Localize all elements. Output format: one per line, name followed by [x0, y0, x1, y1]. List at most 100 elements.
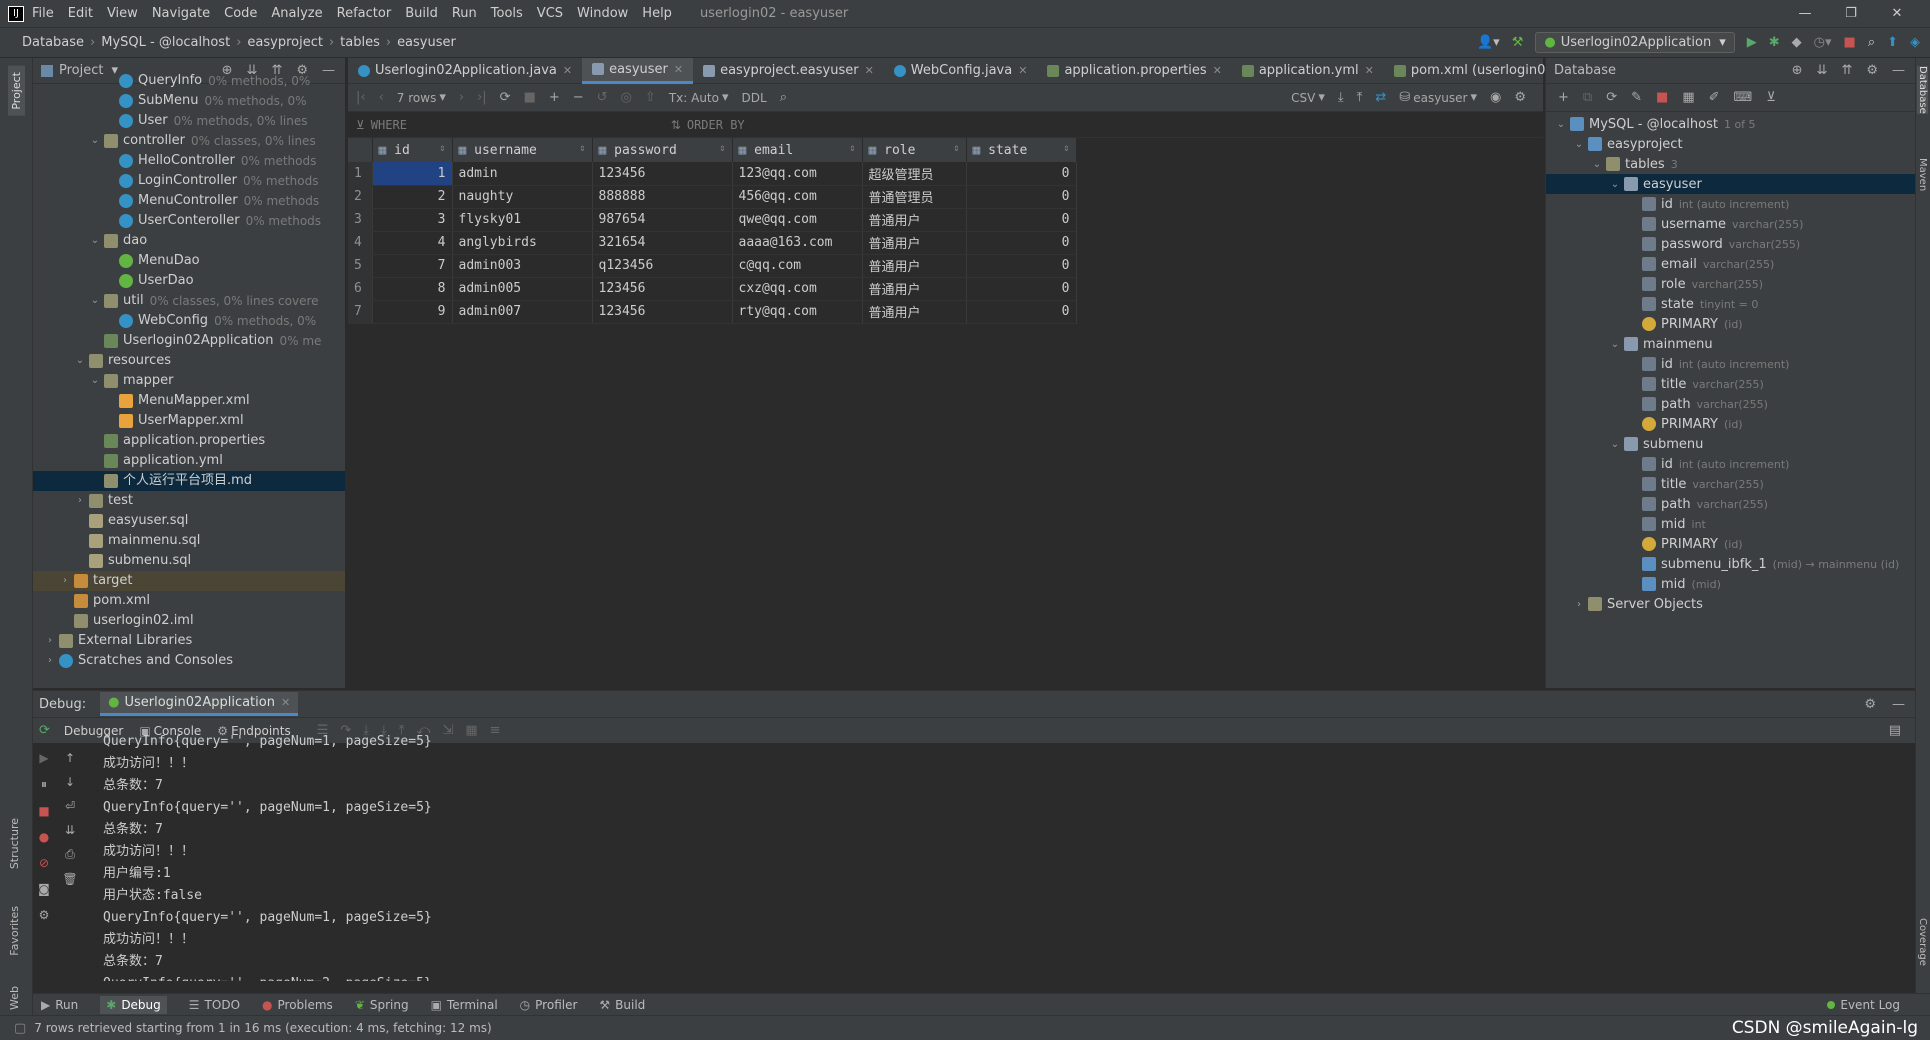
favorites-tool-tab[interactable]: Favorites — [8, 906, 21, 956]
tree-item[interactable]: ⌄ controller 0% classes, 0% lines — [33, 131, 345, 151]
tree-item[interactable]: MenuController 0% methods — [33, 191, 345, 211]
chevron-down-icon[interactable]: ⌄ — [73, 351, 87, 371]
sort-icon[interactable]: ⇕ — [849, 143, 855, 154]
table-cell-password[interactable]: 123456 — [592, 277, 733, 301]
search-icon[interactable]: ⌕ — [780, 90, 787, 105]
db-tree-item[interactable]: password varchar(255) — [1546, 234, 1915, 254]
sort-icon[interactable]: ⇕ — [579, 143, 585, 154]
tree-item[interactable]: QueryInfo 0% methods, 0% — [33, 71, 345, 91]
table-cell-id[interactable]: 9 — [372, 300, 453, 324]
table-row[interactable]: 3 3 flysky01 987654 qwe@qq.com 普通用户 0 — [348, 208, 1077, 232]
db-tree-item[interactable]: id int (auto increment) — [1546, 454, 1915, 474]
tree-item[interactable]: HelloController 0% methods — [33, 151, 345, 171]
tree-item[interactable]: › External Libraries — [33, 631, 345, 651]
tree-item[interactable]: easyuser.sql — [33, 511, 345, 531]
close-icon[interactable]: ✕ — [1018, 64, 1027, 77]
table-cell-role[interactable]: 普通管理员 — [862, 185, 967, 209]
table-cell-password[interactable]: 987654 — [592, 208, 733, 232]
tree-item[interactable]: UserMapper.xml — [33, 411, 345, 431]
db-tree-item[interactable]: ⌄ MySQL - @localhost 1 of 5 — [1546, 114, 1915, 134]
db-tree-item[interactable]: email varchar(255) — [1546, 254, 1915, 274]
table-cell-id[interactable]: 2 — [372, 185, 453, 209]
tree-item[interactable]: pom.xml — [33, 591, 345, 611]
table-cell-role[interactable]: 普通用户 — [862, 277, 967, 301]
breadcrumb-item[interactable]: easyproject — [247, 35, 323, 50]
table-cell-password[interactable]: 123456 — [592, 300, 733, 324]
table-row[interactable]: 2 2 naughty 888888 456@qq.com 普通管理员 0 — [348, 185, 1077, 209]
download-icon[interactable]: ⤓ — [1338, 90, 1344, 105]
table-cell-email[interactable]: 456@qq.com — [732, 185, 863, 209]
table-cell-email[interactable]: 123@qq.com — [732, 162, 863, 186]
menu-item-edit[interactable]: Edit — [68, 6, 93, 21]
tool-window-todo[interactable]: ☰ TODO — [189, 998, 240, 1012]
column-header-password[interactable]: ▦ password ⇕ — [592, 138, 733, 162]
table-cell-state[interactable]: 0 — [966, 208, 1077, 232]
order-by-input[interactable]: ORDER BY — [687, 118, 745, 132]
resume-icon[interactable]: ▶ — [39, 751, 48, 765]
first-page-icon[interactable]: |‹ — [356, 90, 366, 105]
menu-item-view[interactable]: View — [107, 6, 138, 21]
close-icon[interactable]: ✕ — [563, 64, 572, 77]
build-hammer-icon[interactable]: ⚒ — [1512, 35, 1524, 50]
where-input[interactable]: WHERE — [371, 118, 671, 132]
db-tree-item[interactable]: path varchar(255) — [1546, 494, 1915, 514]
tree-item[interactable]: MenuMapper.xml — [33, 391, 345, 411]
table-cell-email[interactable]: aaaa@163.com — [732, 231, 863, 255]
transaction-mode-select[interactable]: Tx: Auto ▾ — [669, 90, 729, 105]
close-icon[interactable]: ✕ — [1213, 64, 1222, 77]
table-cell-email[interactable]: cxz@qq.com — [732, 277, 863, 301]
refresh-icon[interactable]: ⟳ — [500, 90, 511, 105]
sort-icon[interactable]: ⇕ — [953, 143, 959, 154]
db-tree-item[interactable]: id int (auto increment) — [1546, 354, 1915, 374]
chevron-down-icon[interactable]: ⌄ — [1590, 159, 1604, 170]
locate-icon[interactable]: ⊕ — [1792, 63, 1803, 78]
rows-select[interactable]: 7 rows ▾ — [397, 90, 446, 105]
table-row[interactable]: 6 8 admin005 123456 cxz@qq.com 普通用户 0 — [348, 277, 1077, 301]
table-cell-password[interactable]: 321654 — [592, 231, 733, 255]
next-page-icon[interactable]: › — [459, 90, 464, 105]
add-icon[interactable]: + — [1558, 90, 1569, 105]
cancel-query-icon[interactable]: ■ — [524, 90, 536, 105]
db-tree-item[interactable]: ⌄ submenu — [1546, 434, 1915, 454]
menu-item-help[interactable]: Help — [642, 6, 672, 21]
submit-icon[interactable]: ⇧ — [645, 90, 656, 105]
tree-item[interactable]: userlogin02.iml — [33, 611, 345, 631]
hide-icon[interactable]: — — [1892, 697, 1905, 712]
table-cell-role[interactable]: 普通用户 — [862, 254, 967, 278]
tree-item[interactable]: application.yml — [33, 451, 345, 471]
column-header-role[interactable]: ▦ role ⇕ — [862, 138, 967, 162]
gear-icon[interactable]: ⚙ — [1514, 90, 1526, 105]
tree-item[interactable]: UserConteroller 0% methods — [33, 211, 345, 231]
stop-icon[interactable]: ■ — [1844, 35, 1856, 50]
chevron-down-icon[interactable]: ⌄ — [88, 371, 102, 391]
close-button[interactable]: ✕ — [1874, 6, 1920, 21]
table-cell-id[interactable]: 1 — [372, 162, 453, 186]
project-tool-tab[interactable]: Project — [8, 66, 25, 116]
tree-item[interactable]: WebConfig 0% methods, 0% — [33, 311, 345, 331]
breadcrumb-item[interactable]: MySQL - @localhost — [101, 35, 230, 50]
tree-item[interactable]: MenuDao — [33, 251, 345, 271]
table-cell-password[interactable]: 123456 — [592, 162, 733, 186]
table-cell-password[interactable]: q123456 — [592, 254, 733, 278]
table-cell-state[interactable]: 0 — [966, 277, 1077, 301]
table-cell-state[interactable]: 0 — [966, 162, 1077, 186]
db-tree-item[interactable]: PRIMARY (id) — [1546, 314, 1915, 334]
table-cell-state[interactable]: 0 — [966, 185, 1077, 209]
search-icon[interactable]: ⌕ — [1868, 35, 1875, 50]
menu-item-build[interactable]: Build — [405, 6, 438, 21]
rerun-icon[interactable]: ⟳ — [39, 723, 50, 738]
refresh-icon[interactable]: ⟳ — [1606, 90, 1617, 105]
soft-wrap-icon[interactable]: ⏎ — [65, 799, 75, 813]
table-cell-id[interactable]: 3 — [372, 208, 453, 232]
close-icon[interactable]: ✕ — [674, 63, 683, 76]
db-tree-item[interactable]: title varchar(255) — [1546, 474, 1915, 494]
tool-window-debug[interactable]: ✱ Debug — [100, 995, 167, 1014]
profile-icon[interactable]: ◷▾ — [1814, 35, 1832, 50]
minimize-button[interactable]: — — [1782, 6, 1828, 21]
coverage-icon[interactable]: ◆ — [1792, 35, 1802, 50]
tool-window-problems[interactable]: ● Problems — [262, 998, 333, 1012]
add-row-icon[interactable]: + — [549, 90, 560, 105]
tool-window-build[interactable]: ⚒ Build — [599, 998, 645, 1012]
menu-item-tools[interactable]: Tools — [491, 6, 523, 21]
database-tool-tab[interactable]: Database — [1917, 66, 1928, 114]
